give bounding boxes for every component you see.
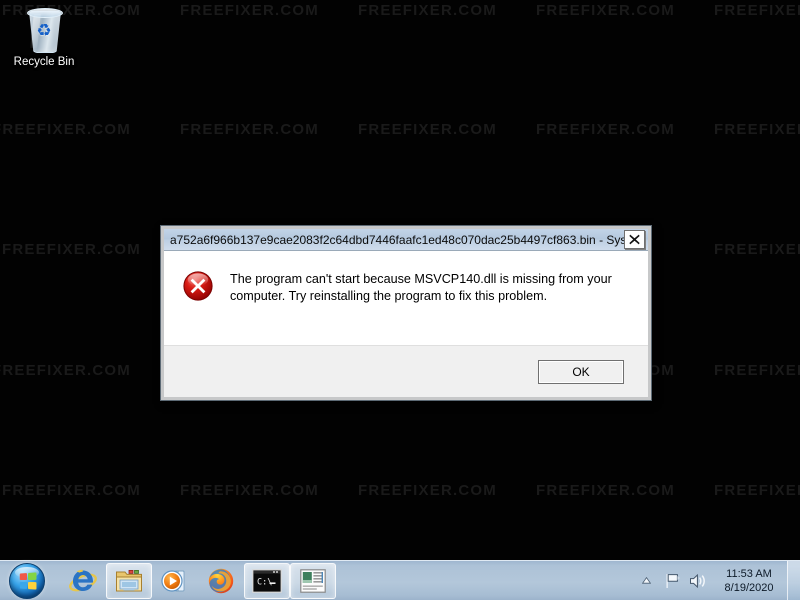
clock-time: 11:53 AM [726, 567, 772, 580]
error-icon [182, 270, 214, 302]
watermark: FREEFIXER.COM [0, 362, 131, 379]
clock[interactable]: 11:53 AM 8/19/2020 [715, 567, 783, 595]
taskbar-item-windows-media-player[interactable] [152, 563, 198, 599]
close-icon[interactable] [624, 230, 645, 249]
watermark: FREEFIXER.COM [714, 241, 800, 258]
desktop-icon-recycle-bin[interactable]: ♻ Recycle Bin [8, 6, 80, 69]
watermark: FREEFIXER.COM [358, 121, 497, 138]
watermark: FREEFIXER.COM [180, 121, 319, 138]
network-icon[interactable] [663, 571, 681, 591]
taskbar-item-firefox[interactable] [198, 563, 244, 599]
command-prompt-icon: C:\ [252, 569, 282, 593]
dialog-titlebar[interactable]: a752a6f966b137e9cae2083f2c64dbd7446faafc… [164, 229, 648, 251]
watermark: FREEFIXER.COM [358, 2, 497, 19]
media-player-icon [161, 570, 185, 592]
watermark: FREEFIXER.COM [180, 2, 319, 19]
taskbar-items: C:\ [54, 561, 637, 600]
desktop-icon-label: Recycle Bin [13, 56, 75, 68]
watermark: FREEFIXER.COM [536, 121, 675, 138]
error-dialog[interactable]: a752a6f966b137e9cae2083f2c64dbd7446faafc… [160, 225, 652, 401]
internet-explorer-icon [69, 569, 97, 592]
taskbar-item-command-prompt[interactable]: C:\ [244, 563, 290, 599]
recycle-bin-icon: ♻ [22, 6, 66, 54]
firefox-icon [208, 568, 234, 594]
watermark: FREEFIXER.COM [2, 241, 141, 258]
watermark: FREEFIXER.COM [536, 2, 675, 19]
watermark: FREEFIXER.COM [0, 121, 131, 138]
document-window-icon [300, 569, 326, 593]
show-desktop-button[interactable] [787, 561, 800, 600]
dialog-body: The program can't start because MSVCP140… [164, 251, 648, 345]
folder-icon [116, 570, 142, 592]
watermark: FREEFIXER.COM [714, 2, 800, 19]
windows-logo-icon [9, 562, 45, 599]
watermark: FREEFIXER.COM [536, 482, 675, 499]
clock-date: 8/19/2020 [724, 581, 774, 594]
taskbar[interactable]: C:\ 11:53 AM 8/19/2020 [0, 560, 800, 600]
dialog-title: a752a6f966b137e9cae2083f2c64dbd7446faafc… [170, 232, 624, 247]
volume-icon[interactable] [689, 571, 707, 591]
dialog-message: The program can't start because MSVCP140… [230, 272, 612, 303]
taskbar-item-windows-explorer[interactable] [106, 563, 152, 599]
show-hidden-icons-icon[interactable] [637, 571, 655, 591]
watermark: FREEFIXER.COM [358, 482, 497, 499]
ok-button[interactable]: OK [538, 359, 624, 384]
system-tray: 11:53 AM 8/19/2020 [637, 561, 787, 600]
watermark: FREEFIXER.COM [2, 482, 141, 499]
watermark: FREEFIXER.COM [714, 362, 800, 379]
watermark: FREEFIXER.COM [714, 121, 800, 138]
watermark: FREEFIXER.COM [180, 482, 319, 499]
dialog-button-panel: OK [164, 345, 648, 397]
taskbar-item-internet-explorer[interactable] [60, 563, 106, 599]
taskbar-item-document-window[interactable] [290, 563, 336, 599]
watermark: FREEFIXER.COM [714, 482, 800, 499]
start-button[interactable] [0, 561, 54, 600]
